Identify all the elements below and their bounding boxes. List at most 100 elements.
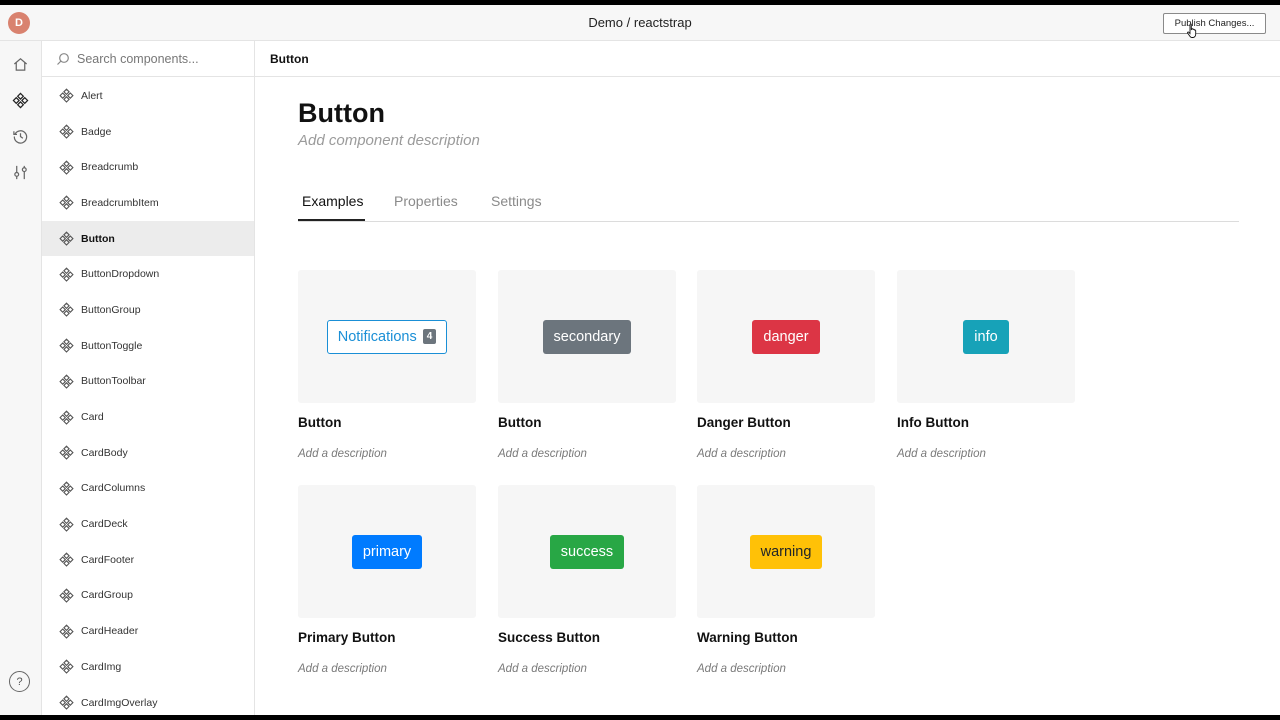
breadcrumb-separator: /: [626, 15, 631, 30]
sidebar-item-carddeck[interactable]: CardDeck: [42, 506, 254, 542]
sliders-icon: [13, 165, 27, 179]
sidebar-item-cardheader[interactable]: CardHeader: [42, 613, 254, 649]
sidebar-item-cardimgoverlay[interactable]: CardImgOverlay: [42, 685, 254, 715]
component-icon: [59, 409, 74, 425]
example-description[interactable]: Add a description: [697, 448, 786, 460]
component-icon: [59, 88, 74, 104]
sidebar-item-label: CardHeader: [81, 625, 139, 638]
search-icon: [57, 53, 69, 65]
example-preview: info: [897, 270, 1075, 403]
component-icon: [59, 445, 74, 460]
sidebar-item-buttontoggle[interactable]: ButtonToggle: [42, 328, 254, 364]
example-card[interactable]: primary Primary Button Add a description: [298, 485, 476, 675]
example-preview: Notifications 4: [298, 270, 476, 403]
example-preview: success: [498, 485, 676, 618]
sidebar-item-label: ButtonDropdown: [81, 268, 160, 281]
history-icon: [12, 129, 27, 144]
content-header: Button: [255, 41, 1280, 77]
example-card[interactable]: secondary Button Add a description: [498, 270, 676, 460]
sidebar-item-cardfooter[interactable]: CardFooter: [42, 542, 254, 578]
sidebar-item-label: Card: [81, 411, 104, 424]
example-name: Button: [298, 415, 342, 430]
sidebar-item-buttontoolbar[interactable]: ButtonToolbar: [42, 364, 254, 400]
component-icon: [59, 695, 74, 710]
example-name: Button: [498, 415, 542, 430]
help-button[interactable]: ?: [9, 671, 30, 692]
sidebar-item-alert[interactable]: Alert: [42, 78, 254, 114]
components-icon: [12, 92, 28, 108]
example-card[interactable]: info Info Button Add a description: [897, 270, 1075, 460]
tab-properties[interactable]: Properties: [394, 193, 458, 209]
example-card[interactable]: danger Danger Button Add a description: [697, 270, 875, 460]
tab-bar: Examples Properties Settings: [298, 186, 1239, 222]
sidebar-item-breadcrumbitem[interactable]: BreadcrumbItem: [42, 185, 254, 221]
sidebar-item-button[interactable]: Button: [42, 220, 254, 257]
example-description[interactable]: Add a description: [498, 448, 587, 460]
notification-badge: 4: [422, 329, 437, 344]
search-input[interactable]: [77, 49, 247, 69]
sidebar-item-label: ButtonGroup: [81, 303, 141, 316]
project-name: reactstrap: [633, 15, 692, 30]
component-icon: [59, 124, 74, 139]
content-header-title: Button: [270, 52, 309, 66]
component-icon: [59, 374, 74, 389]
button-label: Notifications: [337, 328, 417, 345]
example-card[interactable]: warning Warning Button Add a description: [697, 485, 875, 675]
danger-button[interactable]: danger: [752, 319, 820, 354]
sidebar-item-label: CardImg: [81, 660, 122, 673]
tab-examples[interactable]: Examples: [302, 193, 363, 209]
avatar[interactable]: D: [8, 12, 30, 34]
example-description[interactable]: Add a description: [498, 663, 587, 675]
success-button[interactable]: success: [549, 534, 625, 569]
example-description[interactable]: Add a description: [897, 448, 986, 460]
component-icon: [59, 481, 74, 496]
component-icon: [59, 588, 74, 603]
example-preview: warning: [697, 485, 875, 618]
sidebar-item-breadcrumb[interactable]: Breadcrumb: [42, 149, 254, 185]
sidebar-item-buttongroup[interactable]: ButtonGroup: [42, 292, 254, 328]
sidebar-item-label: ButtonToggle: [81, 339, 143, 352]
sidebar-item-cardgroup[interactable]: CardGroup: [42, 578, 254, 614]
secondary-button[interactable]: secondary: [542, 319, 632, 354]
sidebar-item-cardcolumns[interactable]: CardColumns: [42, 471, 254, 507]
sidebar-item-label: ButtonToolbar: [81, 375, 146, 388]
history-button[interactable]: [6, 122, 34, 150]
component-icon: [59, 231, 74, 246]
sidebar-item-label: Breadcrumb: [81, 161, 139, 174]
search-bar: [42, 41, 254, 77]
sidebar-item-label: Badge: [81, 125, 112, 138]
page-description[interactable]: Add component description: [298, 132, 480, 149]
components-button[interactable]: [6, 86, 34, 114]
icon-rail: ?: [0, 41, 42, 715]
workspace-name: Demo: [588, 15, 623, 30]
example-preview: secondary: [498, 270, 676, 403]
tab-settings[interactable]: Settings: [491, 193, 542, 209]
mouse-cursor-icon: [1187, 23, 1197, 38]
component-icon: [59, 267, 74, 282]
settings-sliders-button[interactable]: [6, 158, 34, 186]
component-icon: [59, 552, 74, 568]
example-name: Primary Button: [298, 630, 396, 645]
example-name: Warning Button: [697, 630, 798, 645]
home-button[interactable]: [6, 50, 34, 78]
info-button[interactable]: info: [963, 319, 1009, 354]
primary-button[interactable]: primary: [351, 534, 423, 569]
example-card[interactable]: success Success Button Add a description: [498, 485, 676, 675]
example-description[interactable]: Add a description: [697, 663, 786, 675]
sidebar-item-label: Alert: [81, 89, 103, 102]
example-description[interactable]: Add a description: [298, 663, 387, 675]
sidebar-item-badge[interactable]: Badge: [42, 114, 254, 150]
warning-button[interactable]: warning: [749, 534, 823, 569]
sidebar-item-label: Button: [81, 232, 115, 245]
sidebar-item-buttondropdown[interactable]: ButtonDropdown: [42, 256, 254, 292]
component-icon: [59, 338, 74, 353]
example-name: Danger Button: [697, 415, 791, 430]
publish-changes-button[interactable]: Publish Changes...: [1163, 13, 1266, 34]
example-description[interactable]: Add a description: [298, 448, 387, 460]
example-card[interactable]: Notifications 4 Button Add a description: [298, 270, 476, 460]
sidebar-item-cardbody[interactable]: CardBody: [42, 435, 254, 471]
component-icon: [59, 160, 74, 175]
sidebar-item-cardimg[interactable]: CardImg: [42, 649, 254, 685]
notifications-button[interactable]: Notifications 4: [326, 319, 448, 354]
sidebar-item-card[interactable]: Card: [42, 399, 254, 435]
